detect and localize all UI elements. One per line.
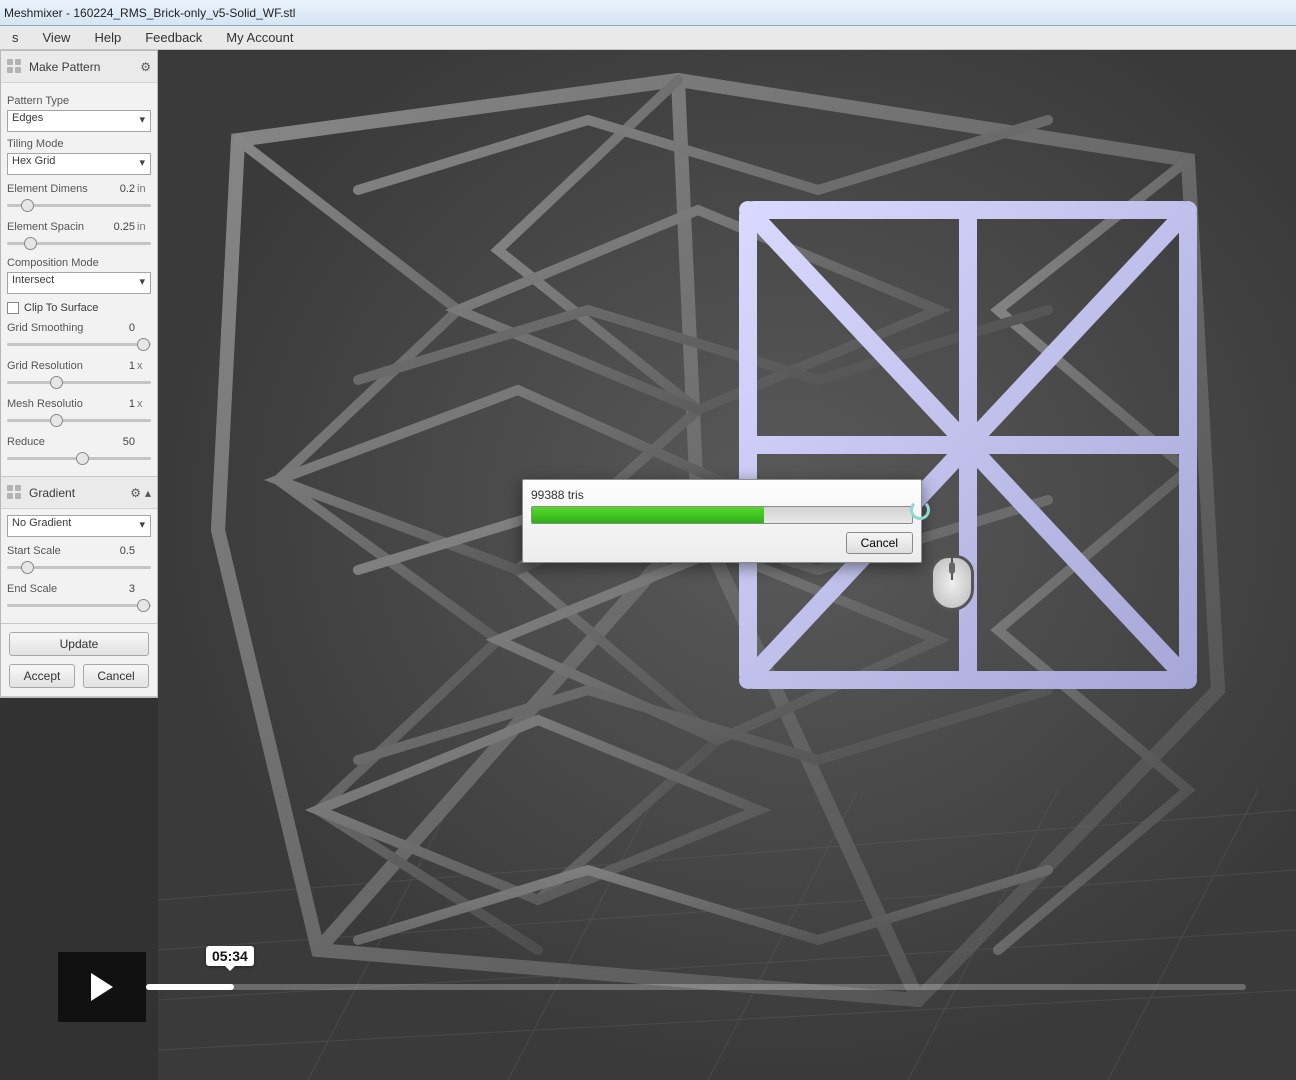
mouse-icon [930, 555, 974, 611]
gradient-section: Gradient ⚙ ▴ No Gradient Start Scale 0.5… [1, 477, 157, 624]
start-scale-value: 0.5 [107, 545, 137, 557]
tiling-mode-select[interactable]: Hex Grid [7, 153, 151, 175]
reduce-value: 50 [107, 436, 137, 448]
menu-item-view[interactable]: View [31, 26, 83, 49]
element-dimens-label: Element Dimens [7, 183, 107, 195]
video-seek-progress [146, 984, 234, 990]
grid-smoothing-label: Grid Smoothing [7, 322, 107, 334]
composition-mode-label: Composition Mode [7, 257, 151, 269]
end-scale-value: 3 [107, 583, 137, 595]
gradient-select[interactable]: No Gradient [7, 515, 151, 537]
element-dimens-value: 0.2 [107, 183, 137, 195]
window-title: Meshmixer - 160224_RMS_Brick-only_v5-Sol… [4, 6, 295, 20]
reduce-label: Reduce [7, 436, 107, 448]
make-pattern-header[interactable]: Make Pattern ⚙ [1, 51, 157, 83]
end-scale-slider[interactable] [7, 597, 151, 613]
grid-smoothing-value: 0 [107, 322, 137, 334]
pattern-type-select[interactable]: Edges [7, 110, 151, 132]
gear-icon[interactable]: ⚙ [140, 60, 151, 74]
menu-item-myaccount[interactable]: My Account [214, 26, 305, 49]
grip-icon [7, 485, 23, 501]
mesh-resolution-value: 1 [107, 398, 137, 410]
gradient-header[interactable]: Gradient ⚙ ▴ [1, 477, 157, 509]
3d-viewport[interactable] [158, 50, 1296, 1080]
chevron-up-icon[interactable]: ▴ [145, 486, 151, 500]
grid-resolution-slider[interactable] [7, 374, 151, 390]
make-pattern-title: Make Pattern [29, 60, 136, 74]
clip-to-surface-checkbox[interactable]: Clip To Surface [7, 302, 151, 314]
grid-resolution-label: Grid Resolution [7, 360, 107, 372]
element-dimens-slider[interactable] [7, 197, 151, 213]
play-button[interactable] [58, 952, 146, 1022]
menu-item-feedback[interactable]: Feedback [133, 26, 214, 49]
start-scale-label: Start Scale [7, 545, 107, 557]
composition-mode-select[interactable]: Intersect [7, 272, 151, 294]
mesh-resolution-label: Mesh Resolutio [7, 398, 107, 410]
grid-resolution-unit: x [137, 360, 151, 372]
tiling-mode-label: Tiling Mode [7, 138, 151, 150]
end-scale-label: End Scale [7, 583, 107, 595]
progress-bar [531, 506, 913, 524]
window-titlebar: Meshmixer - 160224_RMS_Brick-only_v5-Sol… [0, 0, 1296, 26]
cancel-button[interactable]: Cancel [83, 664, 149, 688]
grid-smoothing-slider[interactable] [7, 336, 151, 352]
pattern-type-label: Pattern Type [7, 95, 151, 107]
progress-dialog: 99388 tris Cancel [522, 479, 922, 563]
reduce-slider[interactable] [7, 450, 151, 466]
play-icon [91, 973, 113, 1001]
element-spacing-unit: in [137, 221, 151, 233]
element-dimens-unit: in [137, 183, 151, 195]
clip-to-surface-label: Clip To Surface [24, 302, 98, 314]
menubar: s View Help Feedback My Account [0, 26, 1296, 50]
panel-actions: Update Accept Cancel [1, 624, 157, 697]
video-time-badge: 05:34 [206, 946, 254, 966]
start-scale-slider[interactable] [7, 559, 151, 575]
menu-item-help[interactable]: Help [82, 26, 133, 49]
grip-icon [7, 59, 23, 75]
progress-cancel-button[interactable]: Cancel [846, 532, 913, 554]
element-spacing-value: 0.25 [107, 221, 137, 233]
element-spacing-slider[interactable] [7, 235, 151, 251]
video-player-bar: 05:34 [58, 952, 1246, 1022]
update-button[interactable]: Update [9, 632, 149, 656]
mesh-resolution-slider[interactable] [7, 412, 151, 428]
menu-item-s[interactable]: s [0, 26, 31, 49]
video-seek-bar[interactable] [146, 984, 1246, 990]
grid-resolution-value: 1 [107, 360, 137, 372]
progress-fill [532, 507, 764, 523]
checkbox-icon [7, 302, 19, 314]
progress-text: 99388 tris [531, 488, 913, 502]
make-pattern-section: Make Pattern ⚙ Pattern Type Edges Tiling… [1, 51, 157, 477]
loading-spinner-icon [910, 500, 930, 520]
accept-button[interactable]: Accept [9, 664, 75, 688]
gradient-title: Gradient [29, 486, 126, 500]
tool-panel: Make Pattern ⚙ Pattern Type Edges Tiling… [0, 50, 158, 698]
element-spacing-label: Element Spacin [7, 221, 107, 233]
mesh-resolution-unit: x [137, 398, 151, 410]
gear-icon[interactable]: ⚙ [130, 486, 141, 500]
